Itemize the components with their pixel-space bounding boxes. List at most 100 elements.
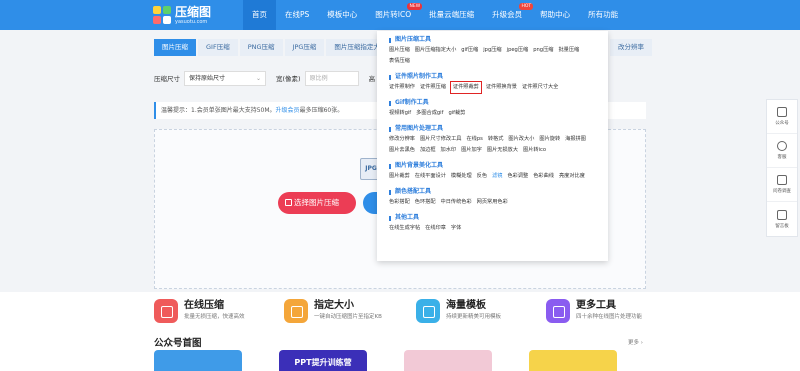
menu-section-background: 图片背景美化工具 图片裁剪 在线平面设计 模糊处理 反色 滤镜 色彩调整 色彩曲… [389, 161, 596, 182]
menu-link[interactable]: 在线ps [466, 134, 482, 145]
template-card[interactable]: PPT提升训练营 [279, 350, 367, 371]
menu-link[interactable]: 证件照换背景 [486, 82, 517, 93]
more-link[interactable]: 更多 › [628, 338, 643, 346]
menu-link[interactable]: 修改分辨率 [389, 134, 415, 145]
menu-section-color: 颜色搭配工具 色彩搭配 色环搭配 中日传统色彩 网页常用色彩 [389, 187, 596, 208]
menu-link[interactable]: 色彩调整 [507, 171, 528, 182]
menu-link[interactable]: 证件照制作 [389, 82, 415, 93]
nav-online-ps[interactable]: 在线PS [276, 0, 318, 30]
nav-image-to-ico[interactable]: 图片转ICO NEW [366, 0, 423, 30]
template-card[interactable] [154, 350, 242, 371]
menu-link[interactable]: 图片加字 [461, 145, 482, 156]
menu-link[interactable]: 图片旋转 [539, 134, 560, 145]
menu-link[interactable]: 图片无损放大 [487, 145, 518, 156]
menu-link[interactable]: 色环搭配 [415, 197, 436, 208]
menu-link[interactable]: jpg压缩 [483, 45, 501, 56]
logo-icon [153, 6, 171, 24]
menu-link[interactable]: gif裁剪 [448, 108, 465, 119]
resize-icon [284, 299, 308, 323]
menu-link[interactable]: 图片转ico [523, 145, 546, 156]
menu-link[interactable]: 色彩搭配 [389, 197, 410, 208]
menu-link[interactable]: 模糊处理 [451, 171, 472, 182]
menu-link[interactable]: 反色 [477, 171, 487, 182]
menu-link[interactable]: 图片尺寸修改工具 [420, 134, 462, 145]
brand-name: 压缩图 [175, 4, 212, 19]
width-input[interactable]: 原比例 [304, 70, 359, 86]
headset-icon [777, 141, 787, 151]
nav-help[interactable]: 帮助中心 [531, 0, 579, 30]
width-label: 宽(像素) [276, 75, 301, 83]
menu-link[interactable]: 在线印章 [425, 223, 446, 234]
qrcode-icon [777, 107, 787, 117]
layers-icon [416, 299, 440, 323]
menu-link[interactable]: 亮度对比度 [559, 171, 585, 182]
menu-section-id-photo: 证件照片制作工具 证件照制作 证件照压缩 证件照裁剪 证件照换背景 证件照尺寸大… [389, 72, 596, 94]
menu-link[interactable]: gif压缩 [461, 45, 478, 56]
menu-section-other: 其他工具 在线生成字帖 在线印章 字体 [389, 213, 596, 234]
menu-link[interactable]: 色彩曲线 [533, 171, 554, 182]
menu-link[interactable]: 中日传统色彩 [441, 197, 472, 208]
template-cards: PPT提升训练营 [154, 350, 654, 371]
menu-link[interactable]: 加边框 [420, 145, 436, 156]
image-icon [285, 199, 292, 206]
right-sidebar: 公众号 客服 问卷调查 留言板 [766, 99, 798, 237]
feature-more-tools[interactable]: 更多工具 四十余种在线图片处理功能 [546, 299, 642, 323]
brand-domain: yasuotu.com [175, 18, 208, 25]
menu-link[interactable]: 图片改大小 [508, 134, 534, 145]
upgrade-link[interactable]: 升级会员 [276, 107, 300, 114]
menu-link[interactable]: jpeg压缩 [507, 45, 529, 56]
feature-target-size[interactable]: 指定大小 一键自动压缩图片至指定KB [284, 299, 382, 323]
menu-link[interactable]: 图片压缩 [389, 45, 410, 56]
menu-section-compress: 图片压缩工具 图片压缩 图片压缩指定大小 gif压缩 jpg压缩 jpeg压缩 … [389, 35, 596, 67]
feature-templates[interactable]: 海量模板 持续更新精美可用模板 [416, 299, 501, 323]
menu-link-id-photo-crop[interactable]: 证件照裁剪 [449, 81, 482, 94]
tab-change-resolution[interactable]: 改分辨率 [610, 39, 652, 56]
tab-jpg-compress[interactable]: JPG压缩 [284, 39, 325, 56]
menu-link[interactable]: 批量压缩 [558, 45, 579, 56]
template-card[interactable] [529, 350, 617, 371]
menu-link[interactable]: png压缩 [533, 45, 553, 56]
brand-logo[interactable]: 压缩图 yasuotu.com [153, 4, 243, 25]
tab-png-compress[interactable]: PNG压缩 [239, 39, 283, 56]
section-title: 公众号首图 [154, 338, 202, 349]
sidebar-wechat[interactable]: 公众号 [767, 100, 797, 134]
menu-link[interactable]: 证件照压缩 [420, 82, 446, 93]
grid-icon [546, 299, 570, 323]
tab-gif-compress[interactable]: GIF压缩 [198, 39, 238, 56]
sidebar-survey[interactable]: 问卷调查 [767, 168, 797, 202]
nav-upgrade-vip[interactable]: 升级会员 HOT [483, 0, 534, 30]
menu-link[interactable]: 在线平面设计 [415, 171, 446, 182]
select-image-button[interactable]: 选择图片压缩 [278, 192, 356, 214]
menu-link[interactable]: 图片压缩指定大小 [415, 45, 457, 56]
menu-link[interactable]: 表情压缩 [389, 56, 410, 67]
nav-home[interactable]: 首页 [243, 0, 276, 30]
template-card[interactable] [404, 350, 492, 371]
menu-link[interactable]: 在线生成字帖 [389, 223, 420, 234]
menu-link[interactable]: 多图合成gif [416, 108, 443, 119]
menu-link[interactable]: 字体 [451, 223, 461, 234]
menu-link[interactable]: 加水印 [441, 145, 457, 156]
menu-link[interactable]: 图片去黑色 [389, 145, 415, 156]
size-select[interactable]: 保持原始尺寸 ⌄ [184, 70, 266, 86]
top-navbar: 压缩图 yasuotu.com 首页 在线PS 模板中心 图片转ICO NEW 批… [0, 0, 800, 30]
sidebar-messages[interactable]: 留言板 [767, 202, 797, 236]
tool-tabs: 图片压缩 GIF压缩 PNG压缩 JPG压缩 图片压缩指定大小 改分辨率 [154, 39, 652, 56]
sidebar-support[interactable]: 客服 [767, 134, 797, 168]
nav-templates[interactable]: 模板中心 [318, 0, 366, 30]
feature-online-compress[interactable]: 在线压缩 批量无损压缩，快速高效 [154, 299, 245, 323]
nav-all-features[interactable]: 所有功能 [579, 0, 627, 30]
menu-link[interactable]: 海报拼图 [565, 134, 586, 145]
menu-section-gif: Gif制作工具 视频转gif 多图合成gif gif裁剪 [389, 98, 596, 119]
tab-image-compress[interactable]: 图片压缩 [154, 39, 196, 56]
features-section: 在线压缩 批量无损压缩，快速高效 指定大小 一键自动压缩图片至指定KB 海量模板 持续… [0, 292, 800, 371]
menu-link-filter[interactable]: 滤镜 [492, 171, 502, 182]
nav-batch-cloud[interactable]: 批量云端压缩 [420, 0, 483, 30]
menu-link[interactable]: 图片裁剪 [389, 171, 410, 182]
chevron-down-icon: ⌄ [255, 74, 261, 82]
menu-link[interactable]: 转格式 [488, 134, 504, 145]
menu-link[interactable]: 视频转gif [389, 108, 411, 119]
menu-link[interactable]: 证件照尺寸大全 [522, 82, 558, 93]
menu-section-common: 常用图片处理工具 修改分辨率 图片尺寸修改工具 在线ps 转格式 图片改大小 图… [389, 124, 596, 156]
compress-icon [154, 299, 178, 323]
menu-link[interactable]: 网页常用色彩 [477, 197, 508, 208]
